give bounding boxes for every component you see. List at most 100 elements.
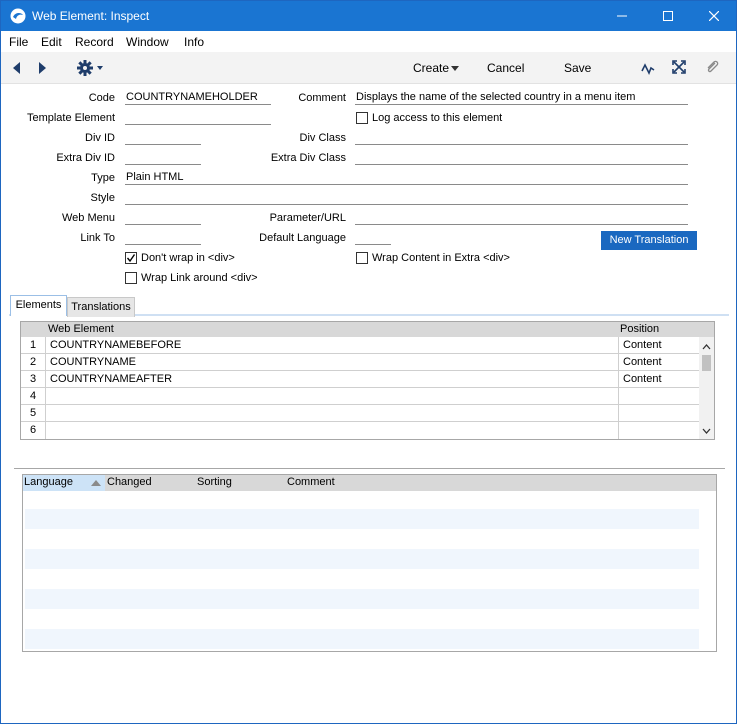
close-button[interactable]	[691, 1, 737, 31]
type-label: Type	[91, 172, 115, 184]
web-element-cell[interactable]: COUNTRYNAMEBEFORE	[50, 339, 181, 351]
chevron-down-icon[interactable]	[451, 66, 459, 71]
row-number: 3	[30, 373, 37, 385]
maximize-button[interactable]	[645, 1, 691, 31]
column-divider	[618, 337, 619, 439]
link-to-field[interactable]	[125, 230, 201, 245]
gear-icon[interactable]	[76, 59, 106, 77]
log-access-checkbox[interactable]	[356, 112, 368, 124]
wrap-link-checkbox[interactable]	[125, 272, 137, 284]
position-cell[interactable]: Content	[623, 356, 662, 368]
log-access-label: Log access to this element	[372, 112, 503, 124]
menu-file[interactable]: File	[9, 35, 28, 49]
menu-record[interactable]: Record	[75, 35, 114, 49]
table-row[interactable]: 1 COUNTRYNAMEBEFORE Content	[21, 337, 699, 354]
table-row[interactable]: 6	[21, 422, 699, 439]
column-header-comment[interactable]: Comment	[287, 476, 335, 488]
previous-record-icon[interactable]	[11, 61, 21, 75]
section-separator	[14, 468, 725, 469]
scroll-up-icon[interactable]	[699, 341, 714, 353]
row-number: 5	[30, 407, 37, 419]
sort-ascending-icon	[91, 480, 101, 486]
title-bar: Web Element: Inspect	[1, 1, 736, 31]
web-element-cell[interactable]: COUNTRYNAME	[50, 356, 136, 368]
new-translation-button[interactable]: New Translation	[601, 231, 697, 250]
column-header-language[interactable]: Language	[24, 476, 73, 488]
div-class-field[interactable]	[355, 130, 688, 145]
menu-info[interactable]: Info	[184, 35, 204, 49]
maximize-icon	[663, 11, 673, 21]
div-id-field[interactable]	[125, 130, 201, 145]
extra-div-id-label: Extra Div ID	[56, 152, 115, 164]
create-button[interactable]: Create	[413, 61, 449, 75]
list-row-stripe	[25, 629, 699, 649]
menu-window[interactable]: Window	[126, 35, 169, 49]
table-row[interactable]: 2 COUNTRYNAME Content	[21, 354, 699, 371]
save-button[interactable]: Save	[564, 61, 591, 75]
column-header-web-element[interactable]: Web Element	[48, 323, 114, 335]
position-cell[interactable]: Content	[623, 339, 662, 351]
column-header-position[interactable]: Position	[620, 323, 659, 335]
template-element-field[interactable]	[125, 110, 271, 125]
elements-grid: Web Element Position 1 COUNTRYNAMEBEFORE…	[20, 321, 715, 440]
position-cell[interactable]: Content	[623, 373, 662, 385]
menu-edit[interactable]: Edit	[41, 35, 62, 49]
style-label: Style	[90, 192, 115, 204]
template-element-label: Template Element	[26, 112, 115, 124]
next-record-icon[interactable]	[38, 61, 48, 75]
default-language-label: Default Language	[259, 232, 346, 244]
expand-icon[interactable]	[672, 60, 686, 74]
comment-field[interactable]: Displays the name of the selected countr…	[355, 90, 688, 105]
web-element-cell[interactable]: COUNTRYNAMEAFTER	[50, 373, 172, 385]
menu-bar: File Edit Record Window Info	[1, 31, 736, 52]
extra-div-class-field[interactable]	[355, 150, 688, 165]
row-number: 6	[30, 424, 37, 436]
list-row-stripe	[25, 549, 699, 569]
translations-grid-header: Language Changed Sorting Comment	[23, 475, 716, 491]
wrap-link-label: Wrap Link around <div>	[141, 272, 258, 284]
tab-translations[interactable]: Translations	[67, 297, 135, 317]
parameter-url-field[interactable]	[355, 210, 688, 225]
table-row[interactable]: 4	[21, 388, 699, 405]
row-number: 4	[30, 390, 37, 402]
default-language-field[interactable]	[355, 230, 391, 245]
close-icon	[709, 11, 719, 21]
column-header-sorting[interactable]: Sorting	[197, 476, 232, 488]
minimize-icon	[617, 15, 627, 17]
app-logo-icon	[10, 8, 26, 24]
column-header-changed[interactable]: Changed	[107, 476, 152, 488]
style-field[interactable]	[125, 190, 688, 205]
comment-label: Comment	[298, 92, 346, 104]
link-to-label: Link To	[80, 232, 115, 244]
column-divider	[45, 337, 46, 439]
tab-elements[interactable]: Elements	[10, 295, 67, 316]
code-label: Code	[88, 92, 115, 104]
web-menu-label: Web Menu	[62, 212, 115, 224]
dont-wrap-checkbox[interactable]	[125, 252, 137, 264]
wrap-content-label: Wrap Content in Extra <div>	[372, 252, 510, 264]
web-menu-field[interactable]	[125, 210, 201, 225]
elements-grid-header: Web Element Position	[21, 322, 714, 337]
checkmark-icon	[126, 254, 136, 263]
window-title: Web Element: Inspect	[32, 9, 150, 23]
cancel-button[interactable]: Cancel	[487, 61, 524, 75]
list-row-stripe	[25, 589, 699, 609]
activity-icon[interactable]	[641, 61, 655, 75]
scroll-down-icon[interactable]	[699, 425, 714, 437]
table-row[interactable]: 5	[21, 405, 699, 422]
attachment-icon[interactable]	[705, 59, 719, 75]
dont-wrap-label: Don't wrap in <div>	[141, 252, 235, 264]
extra-div-id-field[interactable]	[125, 150, 201, 165]
scroll-thumb[interactable]	[702, 355, 711, 371]
wrap-content-checkbox[interactable]	[356, 252, 368, 264]
type-field[interactable]: Plain HTML	[125, 170, 688, 185]
div-id-label: Div ID	[85, 132, 115, 144]
minimize-button[interactable]	[599, 1, 645, 31]
inspect-window: Web Element: Inspect File Edit Record Wi…	[0, 0, 737, 724]
table-row[interactable]: 3 COUNTRYNAMEAFTER Content	[21, 371, 699, 388]
row-number: 1	[30, 339, 37, 351]
elements-grid-body: 1 COUNTRYNAMEBEFORE Content 2 COUNTRYNAM…	[21, 337, 699, 439]
vertical-scrollbar[interactable]	[699, 337, 714, 439]
row-number: 2	[30, 356, 37, 368]
list-row-stripe	[25, 509, 699, 529]
